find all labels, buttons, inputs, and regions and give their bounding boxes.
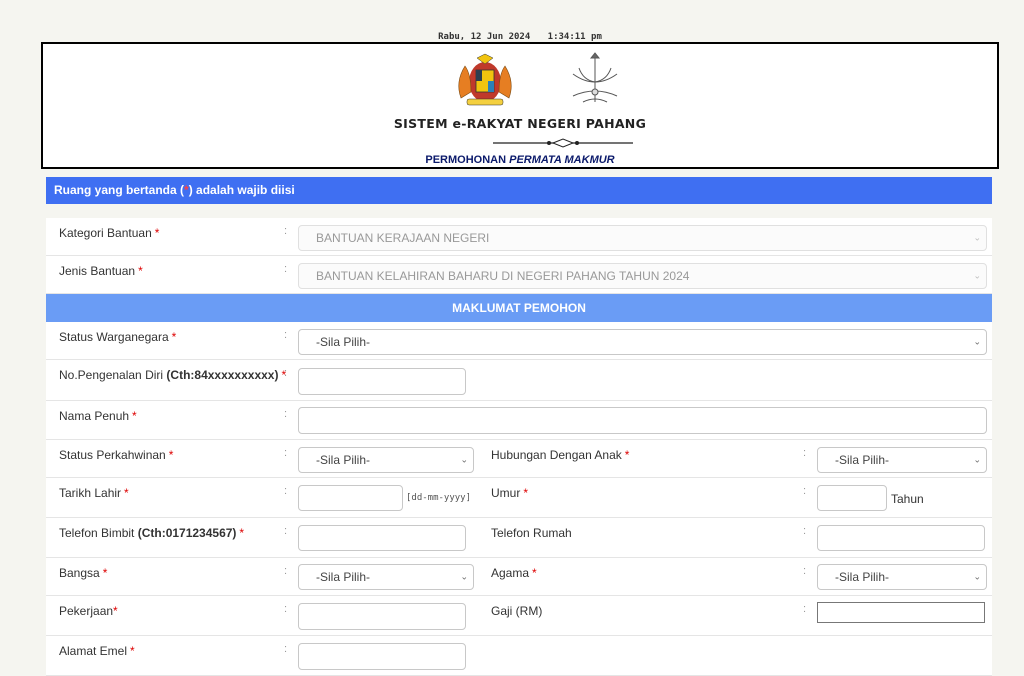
- system-title: SISTEM e-RAKYAT NEGERI PAHANG: [393, 116, 647, 131]
- colon: :: [284, 225, 288, 237]
- colon: :: [284, 408, 288, 420]
- colon: :: [284, 447, 288, 459]
- status-warganegara-value: -Sila Pilih-: [316, 335, 371, 349]
- row-tarikh-lahir: Tarikh Lahir * : [dd-mm-yyyy] Umur * : Tah…: [46, 478, 992, 518]
- umur-label: Umur *: [491, 486, 529, 500]
- gaji-input[interactable]: [817, 602, 985, 623]
- agama-label: Agama *: [491, 566, 537, 580]
- umur-input[interactable]: [817, 485, 887, 511]
- colon: :: [284, 263, 288, 275]
- kategori-bantuan-select[interactable]: BANTUAN KERAJAAN NEGERI ⌄: [298, 225, 987, 251]
- malaysia-coat-of-arms-icon: [458, 53, 512, 106]
- agama-value: -Sila Pilih-: [835, 570, 890, 584]
- subtitle-italic: PERMATA MAKMUR: [509, 154, 615, 166]
- kategori-bantuan-label: Kategori Bantuan *: [59, 226, 160, 240]
- chevron-down-icon: ⌄: [460, 571, 468, 582]
- row-no-pengenalan: No.Pengenalan Diri (Cth:84xxxxxxxxxx) * :: [46, 360, 992, 401]
- umur-unit: Tahun: [891, 492, 924, 506]
- kategori-bantuan-value: BANTUAN KERAJAAN NEGERI: [316, 231, 490, 245]
- colon: :: [284, 367, 288, 379]
- row-telefon: Telefon Bimbit (Cth:0171234567) * : Telef…: [46, 518, 992, 558]
- status-perkahwinan-value: -Sila Pilih-: [316, 453, 371, 467]
- telefon-bimbit-input[interactable]: [298, 525, 466, 551]
- logos: [458, 52, 618, 106]
- jenis-bantuan-value: BANTUAN KELAHIRAN BAHARU DI NEGERI PAHAN…: [316, 269, 690, 283]
- bangsa-value: -Sila Pilih-: [316, 570, 371, 584]
- colon: :: [803, 447, 807, 459]
- bangsa-label: Bangsa *: [59, 566, 108, 580]
- tarikh-lahir-label: Tarikh Lahir *: [59, 486, 129, 500]
- row-pekerjaan: Pekerjaan* : Gaji (RM) :: [46, 596, 992, 636]
- section-header-maklumat-pemohon: MAKLUMAT PEMOHON: [46, 294, 992, 322]
- hubungan-anak-label: Hubungan Dengan Anak *: [491, 448, 630, 462]
- row-nama-penuh: Nama Penuh * :: [46, 401, 992, 440]
- date-text: Rabu, 12 Jun 2024: [438, 32, 531, 42]
- colon: :: [803, 525, 807, 537]
- telefon-rumah-label: Telefon Rumah: [491, 526, 572, 540]
- colon: :: [284, 485, 288, 497]
- telefon-rumah-input[interactable]: [817, 525, 985, 551]
- datetime-display: Rabu, 12 Jun 2024 1:34:11 pm: [0, 32, 1024, 42]
- colon: :: [284, 643, 288, 655]
- row-alamat-emel: Alamat Emel * :: [46, 636, 992, 676]
- hubungan-anak-value: -Sila Pilih-: [835, 453, 890, 467]
- required-fields-notice: Ruang yang bertanda (*) adalah wajib dii…: [46, 177, 992, 204]
- pekerjaan-input[interactable]: [298, 603, 466, 630]
- status-warganegara-select[interactable]: -Sila Pilih- ⌄: [298, 329, 987, 355]
- row-jenis-bantuan: Jenis Bantuan * : BANTUAN KELAHIRAN BAHAR…: [46, 256, 992, 294]
- bangsa-select[interactable]: -Sila Pilih- ⌄: [298, 564, 474, 590]
- row-status-warganegara: Status Warganegara * : -Sila Pilih- ⌄: [46, 322, 992, 360]
- colon: :: [803, 603, 807, 615]
- alamat-emel-input[interactable]: [298, 643, 466, 670]
- chevron-down-icon: ⌄: [973, 454, 981, 465]
- colon: :: [284, 329, 288, 341]
- colon: :: [284, 525, 288, 537]
- nama-penuh-label: Nama Penuh *: [59, 409, 137, 423]
- agama-select[interactable]: -Sila Pilih- ⌄: [817, 564, 987, 590]
- notice-text-start: Ruang yang bertanda (: [54, 183, 185, 197]
- pahang-crest-icon: [572, 52, 618, 103]
- tarikh-lahir-input[interactable]: [298, 485, 403, 511]
- pekerjaan-label: Pekerjaan*: [59, 604, 118, 618]
- status-warganegara-label: Status Warganegara *: [59, 330, 177, 344]
- row-kategori-bantuan: Kategori Bantuan * : BANTUAN KERAJAAN NEG…: [46, 218, 992, 256]
- gaji-label: Gaji (RM): [491, 604, 543, 618]
- chevron-down-icon: ⌄: [973, 232, 981, 243]
- telefon-bimbit-label: Telefon Bimbit (Cth:0171234567) *: [59, 526, 245, 540]
- chevron-down-icon: ⌄: [973, 336, 981, 347]
- subtitle-prefix: PERMOHONAN: [425, 154, 510, 166]
- notice-text-end: ) adalah wajib diisi: [188, 183, 295, 197]
- header-banner: SISTEM e-RAKYAT NEGERI PAHANG PERMOHONAN…: [41, 42, 999, 169]
- no-pengenalan-label: No.Pengenalan Diri (Cth:84xxxxxxxxxx) *: [59, 368, 287, 382]
- ornament-divider: [493, 138, 633, 148]
- no-pengenalan-input[interactable]: [298, 368, 466, 395]
- jenis-bantuan-label: Jenis Bantuan *: [59, 264, 143, 278]
- status-perkahwinan-select[interactable]: -Sila Pilih- ⌄: [298, 447, 474, 473]
- row-status-perkahwinan: Status Perkahwinan * : -Sila Pilih- ⌄ Hub…: [46, 440, 992, 478]
- date-format-hint: [dd-mm-yyyy]: [406, 493, 472, 503]
- hubungan-anak-select[interactable]: -Sila Pilih- ⌄: [817, 447, 987, 473]
- colon: :: [803, 565, 807, 577]
- time-text: 1:34:11 pm: [547, 32, 602, 42]
- application-subtitle: PERMOHONAN PERMATA MAKMUR: [43, 154, 997, 166]
- colon: :: [284, 603, 288, 615]
- status-perkahwinan-label: Status Perkahwinan *: [59, 448, 174, 462]
- nama-penuh-input[interactable]: [298, 407, 987, 434]
- colon: :: [803, 485, 807, 497]
- colon: :: [284, 565, 288, 577]
- row-bangsa: Bangsa * : -Sila Pilih- ⌄ Agama * : -Sila …: [46, 558, 992, 596]
- application-form: Kategori Bantuan * : BANTUAN KERAJAAN NEG…: [46, 218, 992, 676]
- chevron-down-icon: ⌄: [460, 454, 468, 465]
- chevron-down-icon: ⌄: [973, 270, 981, 281]
- jenis-bantuan-select[interactable]: BANTUAN KELAHIRAN BAHARU DI NEGERI PAHAN…: [298, 263, 987, 289]
- chevron-down-icon: ⌄: [973, 571, 981, 582]
- alamat-emel-label: Alamat Emel *: [59, 644, 135, 658]
